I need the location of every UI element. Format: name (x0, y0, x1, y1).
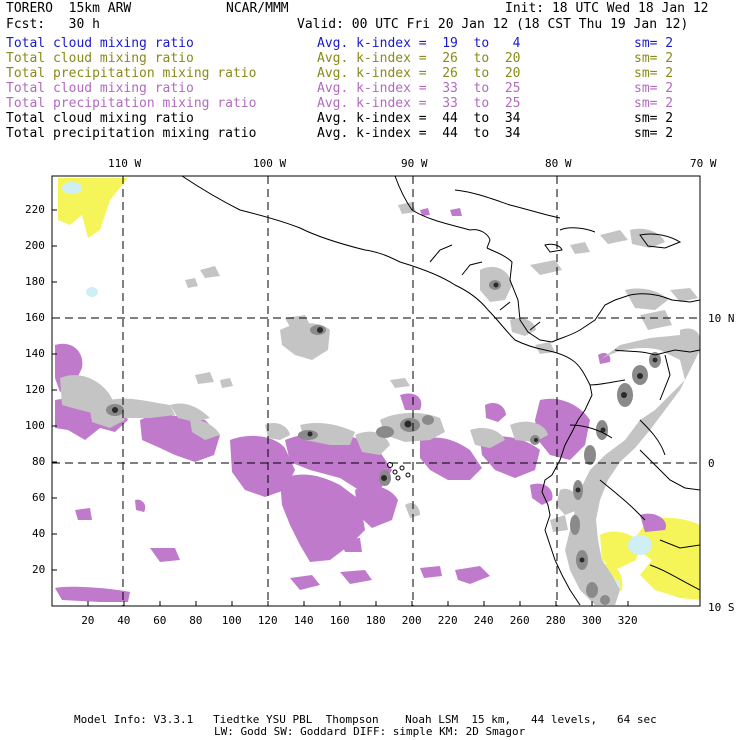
x-tick-label: 60 (153, 614, 167, 627)
y-tick-label: 180 (25, 275, 45, 288)
x-tick-label: 260 (509, 614, 530, 627)
x-tick-label: 100 (221, 614, 242, 627)
x-tick-label: 160 (329, 614, 350, 627)
x-axis-ticks (87, 601, 629, 606)
x-tick-label: 300 (581, 614, 602, 627)
x-tick-label: 220 (437, 614, 458, 627)
y-tick-label: 60 (32, 491, 46, 504)
y-tick-label: 140 (25, 347, 45, 360)
x-tick-label: 180 (365, 614, 386, 627)
y-axis-ticks (52, 209, 57, 571)
model-info-line2: LW: Godd SW: Goddard DIFF: simple KM: 2D… (214, 725, 526, 738)
y-tick-label: 200 (25, 239, 45, 252)
forecast-map (51, 175, 701, 607)
x-tick-label: 20 (81, 614, 95, 627)
x-tick-label: 280 (545, 614, 566, 627)
y-tick-label: 160 (25, 311, 45, 324)
y-tick-label: 80 (32, 455, 46, 468)
x-tick-label: 120 (257, 614, 278, 627)
x-tick-label: 80 (189, 614, 203, 627)
y-tick-label: 20 (32, 563, 46, 576)
y-tick-label: 100 (25, 419, 45, 432)
y-tick-label: 220 (25, 203, 45, 216)
x-tick-label: 240 (473, 614, 494, 627)
y-tick-label: 120 (25, 383, 45, 396)
x-tick-label: 320 (617, 614, 638, 627)
precip-yellow-areas (58, 178, 700, 600)
x-tick-label: 200 (401, 614, 422, 627)
y-tick-label: 40 (32, 527, 46, 540)
x-tick-label: 140 (293, 614, 314, 627)
x-tick-label: 40 (117, 614, 131, 627)
